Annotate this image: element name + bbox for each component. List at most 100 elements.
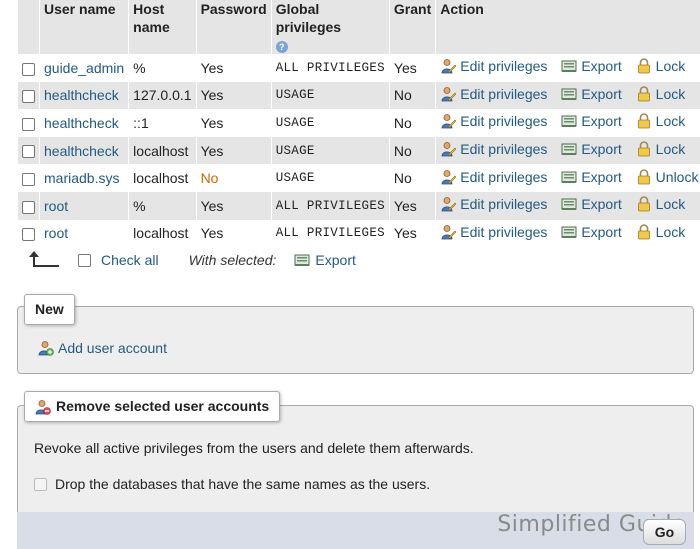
row-checkbox[interactable]	[22, 117, 35, 131]
row-checkbox[interactable]	[22, 228, 35, 242]
edit-privileges-icon	[441, 197, 457, 212]
privileges-cell: USAGE	[271, 81, 390, 110]
bulk-actions-bar: Check all With selected: Export	[29, 250, 356, 270]
grant-cell: No	[389, 164, 437, 192]
host-cell: localhost	[128, 164, 197, 192]
lock-link[interactable]: Unlock	[636, 169, 698, 185]
bulk-export-link[interactable]: Export	[294, 252, 356, 268]
user-name-link[interactable]: mariadb.sys	[44, 170, 119, 186]
export-label: Export	[581, 223, 622, 240]
export-label: Export	[581, 168, 622, 185]
user-cell: healthcheck	[39, 109, 130, 137]
edit-privileges-label: Edit privileges	[460, 168, 548, 185]
drop-databases-label[interactable]: Drop the databases that have the same na…	[55, 476, 430, 492]
action-cell: Edit privileges Export Lock	[435, 81, 700, 110]
export-link[interactable]: Export	[561, 58, 622, 75]
remove-legend: Remove selected user accounts	[24, 391, 281, 422]
password-cell: Yes	[196, 109, 272, 137]
lock-link[interactable]: Lock	[636, 113, 685, 129]
edit-privileges-link[interactable]: Edit privileges	[440, 196, 547, 212]
edit-privileges-link[interactable]: Edit privileges	[440, 169, 547, 185]
edit-privileges-label: Edit privileges	[460, 113, 548, 130]
action-cell: Edit privileges Export Lock	[435, 219, 700, 248]
lock-link[interactable]: Lock	[636, 224, 685, 240]
export-icon	[561, 171, 577, 183]
user-cell: healthcheck	[39, 136, 130, 165]
host-cell: ::1	[128, 109, 197, 137]
privileges-cell: ALL PRIVILEGES	[271, 54, 390, 82]
add-user-account-label: Add user account	[58, 340, 167, 356]
row-select-cell	[18, 136, 40, 165]
lock-label: Lock	[655, 196, 686, 213]
export-label: Export	[581, 58, 622, 75]
host-cell: %	[128, 191, 197, 220]
row-checkbox[interactable]	[22, 200, 35, 214]
remove-user-icon	[35, 399, 51, 415]
row-select-cell	[18, 191, 40, 220]
export-link[interactable]: Export	[561, 168, 622, 185]
remove-description: Revoke all active privileges from the us…	[34, 440, 474, 456]
privileges-cell: ALL PRIVILEGES	[271, 219, 390, 248]
user-cell: healthcheck	[39, 81, 130, 110]
row-select-cell	[18, 164, 40, 192]
user-name-link[interactable]: root	[44, 225, 68, 241]
row-select-cell	[18, 54, 40, 82]
table-row: guide_admin % Yes ALL PRIVILEGES Yes Edi…	[18, 54, 700, 82]
row-checkbox[interactable]	[22, 62, 35, 76]
user-cell: root	[39, 191, 130, 220]
lock-label: Lock	[655, 141, 686, 158]
export-link[interactable]: Export	[561, 113, 622, 129]
edit-privileges-label: Edit privileges	[460, 196, 548, 213]
edit-privileges-link[interactable]: Edit privileges	[440, 86, 547, 102]
row-checkbox[interactable]	[22, 145, 35, 159]
user-name-link[interactable]: root	[44, 198, 68, 214]
edit-privileges-link[interactable]: Edit privileges	[440, 113, 547, 129]
host-name-header[interactable]: Host name	[128, 0, 197, 54]
export-link[interactable]: Export	[561, 141, 622, 157]
user-name-link[interactable]: guide_admin	[44, 60, 124, 76]
user-name-header[interactable]: User name	[39, 0, 130, 54]
global-privileges-label: Global privileges	[275, 1, 342, 35]
privileges-cell: USAGE	[271, 109, 390, 137]
user-name-link[interactable]: healthcheck	[44, 87, 119, 103]
edit-privileges-link[interactable]: Edit privileges	[440, 58, 547, 74]
export-link[interactable]: Export	[561, 196, 622, 212]
export-icon	[294, 254, 310, 266]
edit-privileges-icon	[441, 86, 457, 102]
lock-link[interactable]: Lock	[636, 86, 685, 102]
edit-privileges-icon	[441, 59, 457, 74]
table-row: healthcheck localhost Yes USAGE No Edit …	[18, 136, 700, 165]
row-select-cell	[18, 81, 40, 110]
row-select-cell	[18, 219, 40, 248]
add-user-account-link[interactable]: Add user account	[38, 340, 167, 356]
with-selected-label: With selected:	[188, 252, 277, 268]
drop-databases-checkbox[interactable]	[34, 477, 47, 491]
grant-cell: No	[389, 81, 437, 110]
user-name-link[interactable]: healthcheck	[44, 115, 119, 131]
export-link[interactable]: Export	[561, 86, 622, 102]
select-column-header	[18, 0, 40, 54]
edit-privileges-label: Edit privileges	[460, 58, 548, 75]
row-checkbox[interactable]	[22, 90, 35, 104]
lock-label: Lock	[655, 58, 686, 75]
export-link[interactable]: Export	[561, 223, 622, 240]
password-cell: Yes	[196, 219, 272, 248]
check-all-checkbox[interactable]	[78, 253, 91, 267]
privileges-cell: USAGE	[271, 164, 390, 192]
edit-privileges-link[interactable]: Edit privileges	[440, 141, 547, 157]
check-all-label[interactable]: Check all	[101, 252, 159, 268]
grant-header[interactable]: Grant	[389, 0, 437, 54]
go-button[interactable]: Go	[643, 519, 686, 545]
add-user-icon	[38, 341, 54, 356]
arrow-up-left-icon	[29, 250, 60, 270]
action-cell: Edit privileges Export Lock	[435, 191, 700, 220]
row-checkbox[interactable]	[22, 172, 35, 186]
lock-link[interactable]: Lock	[636, 196, 686, 213]
edit-privileges-icon	[441, 142, 457, 157]
user-name-link[interactable]: healthcheck	[44, 143, 119, 159]
lock-link[interactable]: Lock	[636, 58, 686, 75]
help-icon[interactable]: ?	[275, 41, 288, 53]
password-header[interactable]: Password	[196, 0, 272, 54]
lock-link[interactable]: Lock	[636, 141, 686, 158]
edit-privileges-link[interactable]: Edit privileges	[440, 224, 547, 240]
